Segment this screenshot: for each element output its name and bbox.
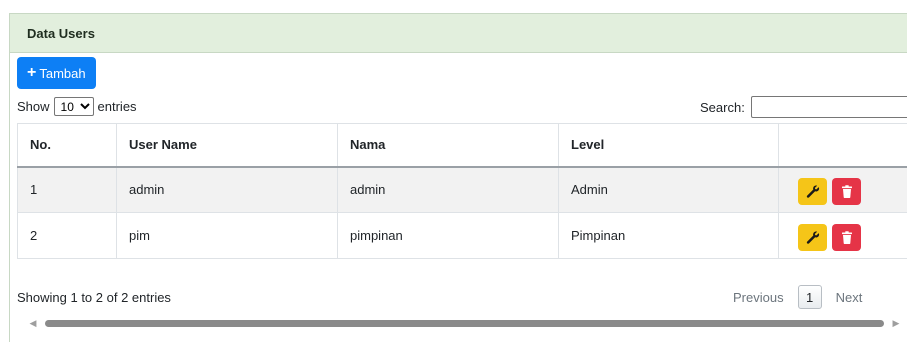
cell-nama: admin	[337, 166, 559, 213]
delete-button[interactable]	[832, 224, 861, 251]
tambah-button[interactable]: + Tambah	[17, 57, 96, 89]
scroll-right-icon[interactable]: ▶	[890, 318, 902, 329]
horizontal-scrollbar[interactable]: ◀ ▶	[27, 317, 902, 329]
wrench-icon	[806, 231, 819, 244]
next-button[interactable]: Next	[836, 290, 863, 305]
scroll-left-icon[interactable]: ◀	[27, 318, 39, 329]
cell-no: 1	[17, 166, 117, 213]
cell-username: pim	[116, 212, 338, 259]
column-header-no[interactable]: No.	[17, 123, 117, 168]
column-header-actions	[778, 123, 907, 168]
table-row: 1 admin admin Admin	[17, 166, 907, 213]
entries-length-control: Show 10 entries	[17, 97, 137, 116]
column-header-level[interactable]: Level	[558, 123, 779, 168]
card-title: Data Users	[27, 25, 95, 41]
cell-actions	[778, 212, 907, 259]
cell-actions	[778, 166, 907, 213]
page-1-button[interactable]: 1	[797, 285, 822, 309]
search-control: Search:	[700, 96, 907, 118]
users-table: No. User Name Nama Level 1 admin admin A…	[17, 123, 907, 259]
cell-level: Admin	[558, 166, 779, 213]
previous-button[interactable]: Previous	[733, 290, 784, 305]
plus-icon: +	[27, 64, 37, 81]
pagination: Previous 1 Next	[733, 285, 862, 309]
show-label: Show	[17, 99, 50, 114]
entries-label: entries	[97, 99, 137, 114]
edit-button[interactable]	[798, 178, 827, 206]
search-label: Search:	[700, 99, 745, 115]
search-input[interactable]	[750, 96, 907, 118]
scrollbar-thumb[interactable]	[45, 319, 884, 327]
cell-level: Pimpinan	[558, 212, 779, 259]
wrench-icon	[806, 185, 819, 198]
cell-nama: pimpinan	[337, 212, 559, 259]
table-row: 2 pim pimpinan Pimpinan	[17, 212, 907, 259]
column-header-nama[interactable]: Nama	[337, 123, 559, 168]
table-header-row: No. User Name Nama Level	[17, 123, 907, 168]
trash-icon	[841, 231, 852, 244]
cell-no: 2	[17, 212, 117, 259]
table-info: Showing 1 to 2 of 2 entries	[17, 290, 171, 305]
cell-username: admin	[116, 166, 338, 213]
trash-icon	[841, 185, 852, 199]
delete-button[interactable]	[832, 178, 861, 206]
column-header-username[interactable]: User Name	[116, 123, 338, 168]
edit-button[interactable]	[798, 224, 827, 251]
entries-select[interactable]: 10	[53, 97, 94, 116]
tambah-label: Tambah	[39, 65, 86, 81]
card-header: Data Users	[10, 14, 907, 53]
